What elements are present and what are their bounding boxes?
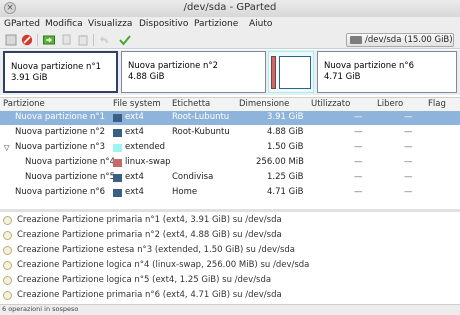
list-item[interactable]: Creazione Partizione primaria n°6 (ext4,… (0, 289, 460, 303)
filesystem-color-swatch (113, 144, 122, 152)
map-partition-5[interactable] (279, 56, 311, 89)
menu-bar: GParted Modifica Visualizza Dispositivo … (0, 17, 460, 33)
table-row[interactable]: Nuova partizione n°6 ext4 Home 4.71 GiB … (0, 186, 460, 200)
title-bar: × /dev/sda - GParted (0, 0, 460, 18)
column-etichetta[interactable]: Etichetta (172, 99, 210, 109)
map-extended-partition[interactable] (268, 51, 314, 93)
toolbar-separator (93, 34, 94, 46)
column-dimensione[interactable]: Dimensione (239, 99, 289, 109)
status-text: 6 operazioni in sospeso (2, 305, 79, 313)
operation-icon (3, 231, 12, 240)
new-icon[interactable] (4, 33, 17, 46)
menu-gparted[interactable]: GParted (4, 19, 40, 29)
column-partizione[interactable]: Partizione (3, 99, 45, 109)
map-partition-1[interactable]: Nuova partizione n°1 3.91 GiB (3, 51, 118, 93)
column-utilizzato[interactable]: Utilizzato (311, 99, 350, 109)
table-row[interactable]: Nuova partizione n°1 ext4 Root-Lubuntu 3… (0, 111, 460, 125)
toolbar-separator (37, 34, 38, 46)
list-item[interactable]: Creazione Partizione logica n°5 (ext4, 1… (0, 274, 460, 288)
table-row[interactable]: ▽ Nuova partizione n°3 extended 1.50 GiB… (0, 141, 460, 155)
list-item[interactable]: Creazione Partizione estesa n°3 (extende… (0, 244, 460, 258)
column-flag[interactable]: Flag (428, 99, 446, 109)
map-swap-partition[interactable] (271, 56, 276, 89)
operation-icon (3, 216, 12, 225)
operations-list: Creazione Partizione primaria n°1 (ext4,… (0, 212, 460, 304)
table-row[interactable]: Nuova partizione n°2 ext4 Root-Kubuntu 4… (0, 126, 460, 140)
status-bar: 6 operazioni in sospeso (0, 304, 460, 315)
menu-visualizza[interactable]: Visualizza (88, 19, 132, 29)
operation-icon (3, 276, 12, 285)
disk-icon (350, 36, 362, 44)
menu-aiuto[interactable]: Aiuto (249, 19, 272, 29)
partition-map: Nuova partizione n°1 3.91 GiB Nuova part… (0, 50, 460, 95)
filesystem-color-swatch (113, 174, 122, 182)
filesystem-color-swatch (113, 114, 122, 122)
filesystem-color-swatch (113, 189, 122, 197)
map-partition-2[interactable]: Nuova partizione n°2 4.88 GiB (121, 51, 266, 93)
partition-table-header: Partizione File system Etichetta Dimensi… (0, 97, 460, 112)
window-title: /dev/sda - GParted (183, 2, 277, 13)
device-selector[interactable]: /dev/sda (15.00 GiB) (346, 33, 454, 47)
delete-icon[interactable] (20, 33, 33, 46)
table-row[interactable]: Nuova partizione n°5 ext4 Condivisa 1.25… (0, 171, 460, 185)
filesystem-color-swatch (113, 159, 122, 167)
copy-icon[interactable] (60, 33, 73, 46)
column-filesystem[interactable]: File system (113, 99, 161, 109)
list-item[interactable]: Creazione Partizione logica n°4 (linux-s… (0, 259, 460, 273)
operation-icon (3, 291, 12, 300)
map-partition-6[interactable]: Nuova partizione n°6 4.71 GiB (317, 51, 457, 93)
filesystem-color-swatch (113, 129, 122, 137)
operation-icon (3, 246, 12, 255)
column-libero[interactable]: Libero (377, 99, 403, 109)
paste-icon[interactable] (76, 33, 89, 46)
menu-modifica[interactable]: Modifica (45, 19, 83, 29)
list-item[interactable]: Creazione Partizione primaria n°2 (ext4,… (0, 229, 460, 243)
list-item[interactable]: Creazione Partizione primaria n°1 (ext4,… (0, 214, 460, 228)
menu-partizione[interactable]: Partizione (194, 19, 238, 29)
table-row[interactable]: Nuova partizione n°4 linux-swap 256.00 M… (0, 156, 460, 170)
apply-icon[interactable] (118, 33, 131, 46)
operation-icon (3, 261, 12, 270)
resize-move-icon[interactable] (42, 33, 55, 46)
undo-icon[interactable] (98, 33, 111, 46)
expander-icon[interactable]: ▽ (4, 144, 9, 152)
menu-dispositivo[interactable]: Dispositivo (139, 19, 188, 29)
device-label: /dev/sda (15.00 GiB) (365, 35, 453, 45)
